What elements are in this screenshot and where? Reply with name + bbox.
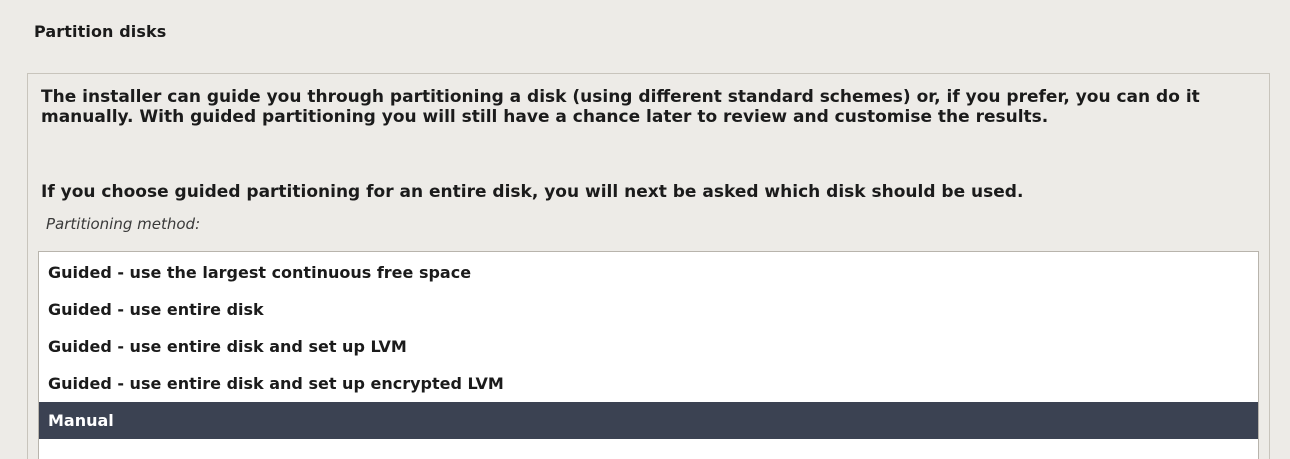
option-manual[interactable]: Manual: [39, 402, 1258, 439]
partitioning-method-list[interactable]: Guided - use the largest continuous free…: [38, 251, 1259, 459]
page-title: Partition disks: [34, 22, 167, 41]
option-guided-largest-free-space[interactable]: Guided - use the largest continuous free…: [39, 254, 1258, 291]
instruction-text: If you choose guided partitioning for an…: [41, 182, 1024, 202]
description-text: The installer can guide you through part…: [41, 87, 1200, 127]
option-guided-entire-disk[interactable]: Guided - use entire disk: [39, 291, 1258, 328]
option-guided-entire-disk-encrypted-lvm[interactable]: Guided - use entire disk and set up encr…: [39, 365, 1258, 402]
partitioning-method-label: Partitioning method:: [46, 215, 201, 233]
option-guided-entire-disk-lvm[interactable]: Guided - use entire disk and set up LVM: [39, 328, 1258, 365]
